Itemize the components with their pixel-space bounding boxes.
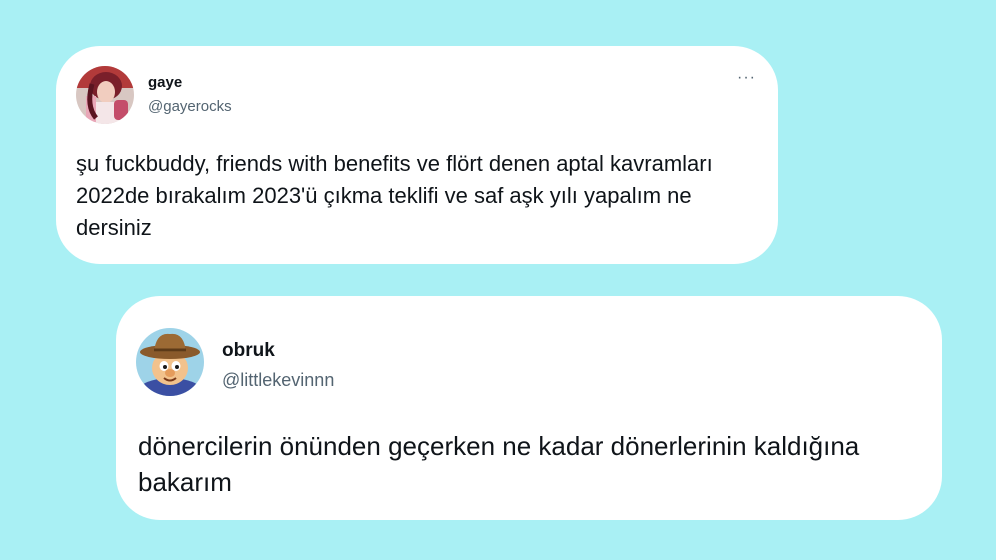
tweet-text: şu fuckbuddy, friends with benefits ve f… [76,151,713,240]
tweet-text: dönercilerin önünden geçerken ne kadar d… [138,431,860,497]
display-name[interactable]: obruk [222,340,275,362]
tweet-card-obruk[interactable]: obruk @littlekevinnn dönercilerin önünde… [116,296,942,520]
avatar[interactable] [136,328,204,396]
display-name[interactable]: gaye [148,74,182,91]
profile-photo-icon [76,66,134,124]
more-options-icon[interactable]: ··· [737,70,756,86]
user-handle[interactable]: @gayerocks [148,98,232,115]
user-handle[interactable]: @littlekevinnn [222,370,334,391]
avatar[interactable] [76,66,134,124]
tweet-card-gaye[interactable]: gaye @gayerocks ··· şu fuckbuddy, friend… [56,46,778,264]
profile-photo-icon [136,328,204,396]
